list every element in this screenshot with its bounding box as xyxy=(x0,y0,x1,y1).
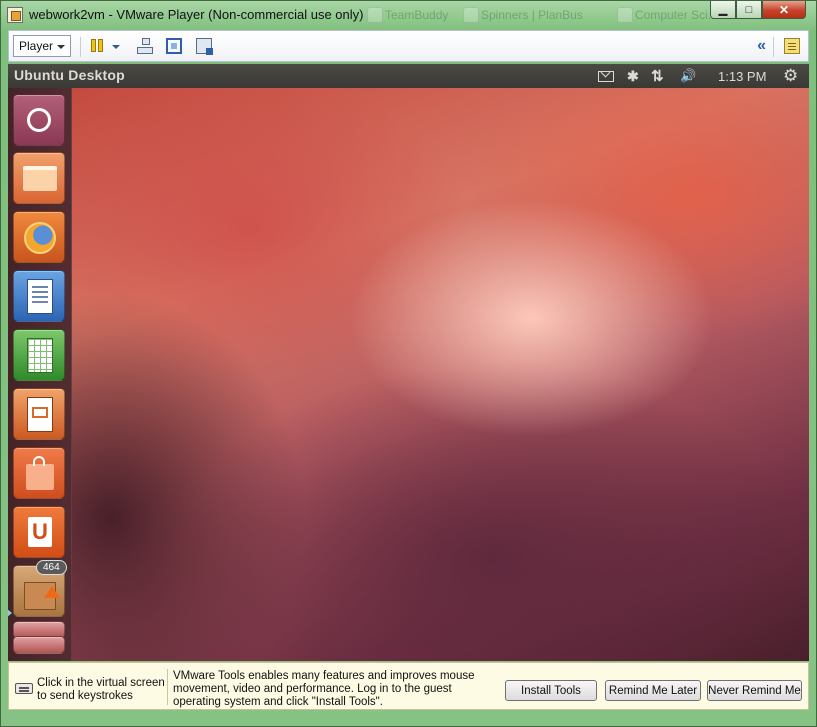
spreadsheet-icon xyxy=(27,338,53,373)
window-controls: ▁ □ ✕ xyxy=(710,1,806,19)
writer-launcher[interactable] xyxy=(13,270,65,322)
update-manager-launcher[interactable]: 464 xyxy=(13,560,67,617)
maximize-button[interactable]: □ xyxy=(736,1,762,19)
up-arrow-icon xyxy=(44,586,60,598)
impress-launcher[interactable] xyxy=(13,388,65,440)
launcher-stack-item[interactable] xyxy=(13,636,65,654)
collapse-icon[interactable]: « xyxy=(757,37,766,55)
title-bar[interactable]: webwork2vm - VMware Player (Non-commerci… xyxy=(1,1,816,29)
update-count-badge: 464 xyxy=(36,560,67,575)
bluetooth-icon[interactable]: ✱ xyxy=(627,66,639,86)
pause-icon[interactable] xyxy=(90,38,106,54)
running-indicator-icon xyxy=(8,609,12,617)
close-button[interactable]: ✕ xyxy=(762,1,806,19)
folder-icon xyxy=(23,166,57,191)
volume-icon[interactable]: 🔊 xyxy=(680,66,696,86)
ghost-tab-icon xyxy=(367,7,383,23)
document-icon xyxy=(27,279,53,314)
vmware-toolbar: Player « xyxy=(8,30,809,62)
desktop-wallpaper[interactable] xyxy=(71,88,809,661)
ubuntu-one-icon: U xyxy=(28,517,52,547)
ghost-tab-icon xyxy=(617,7,633,23)
ghost-tab-label: TeamBuddy xyxy=(385,8,449,22)
chevron-down-icon[interactable] xyxy=(112,45,120,49)
install-tools-button[interactable]: Install Tools xyxy=(505,680,597,701)
keyboard-icon xyxy=(15,683,33,694)
message-log-icon[interactable] xyxy=(784,38,800,54)
never-remind-me-button[interactable]: Never Remind Me xyxy=(707,680,802,701)
ghost-tab-label: Spinners | PlanBus xyxy=(481,8,583,22)
send-ctrl-alt-del-icon[interactable] xyxy=(137,38,153,54)
calc-launcher[interactable] xyxy=(13,329,65,381)
dash-home-button[interactable] xyxy=(13,94,65,146)
window-title: webwork2vm - VMware Player (Non-commerci… xyxy=(29,7,364,22)
player-menu-button[interactable]: Player xyxy=(13,35,71,57)
unity-mode-icon[interactable] xyxy=(196,38,213,55)
indicator-messages[interactable] xyxy=(598,66,614,86)
session-gear-icon[interactable]: ⚙ xyxy=(783,66,798,86)
ubuntu-one-launcher[interactable]: U xyxy=(13,506,65,558)
ubuntu-logo-icon xyxy=(27,108,51,132)
minimize-button[interactable]: ▁ xyxy=(710,1,736,19)
window-bottom-border xyxy=(1,711,816,726)
notification-separator xyxy=(167,669,168,705)
envelope-icon xyxy=(598,70,614,82)
clock[interactable]: 1:13 PM xyxy=(718,66,766,86)
vmware-tools-notification: Click in the virtual screen to send keys… xyxy=(8,662,809,710)
software-center-launcher[interactable] xyxy=(13,447,65,499)
remind-me-later-button[interactable]: Remind Me Later xyxy=(605,680,701,701)
firefox-launcher[interactable] xyxy=(13,211,65,263)
player-menu-label: Player xyxy=(19,39,54,53)
unity-launcher: U 464 xyxy=(8,88,72,661)
shopping-bag-icon xyxy=(26,456,54,490)
ghost-tab-icon xyxy=(463,7,479,23)
network-icon[interactable]: ⇅ xyxy=(651,66,663,86)
virtual-screen[interactable]: Ubuntu Desktop ✱ ⇅ 🔊 1:13 PM ⚙ U 464 xyxy=(8,64,809,661)
files-launcher[interactable] xyxy=(13,152,65,204)
fullscreen-icon[interactable] xyxy=(166,38,182,54)
ubuntu-top-panel: Ubuntu Desktop ✱ ⇅ 🔊 1:13 PM ⚙ xyxy=(8,64,809,88)
toolbar-separator xyxy=(80,37,81,57)
tools-message: VMware Tools enables many features and i… xyxy=(173,670,475,708)
toolbar-separator xyxy=(773,37,774,57)
keystroke-hint: Click in the virtual screen to send keys… xyxy=(37,677,165,702)
vmware-window: webwork2vm - VMware Player (Non-commerci… xyxy=(0,0,817,727)
chevron-down-icon xyxy=(57,45,65,49)
top-panel-title: Ubuntu Desktop xyxy=(14,67,125,83)
firefox-icon xyxy=(24,222,56,254)
vmware-app-icon[interactable] xyxy=(7,7,23,23)
presentation-icon xyxy=(27,397,53,432)
ghost-tab-label: Computer Sci... xyxy=(635,8,718,22)
